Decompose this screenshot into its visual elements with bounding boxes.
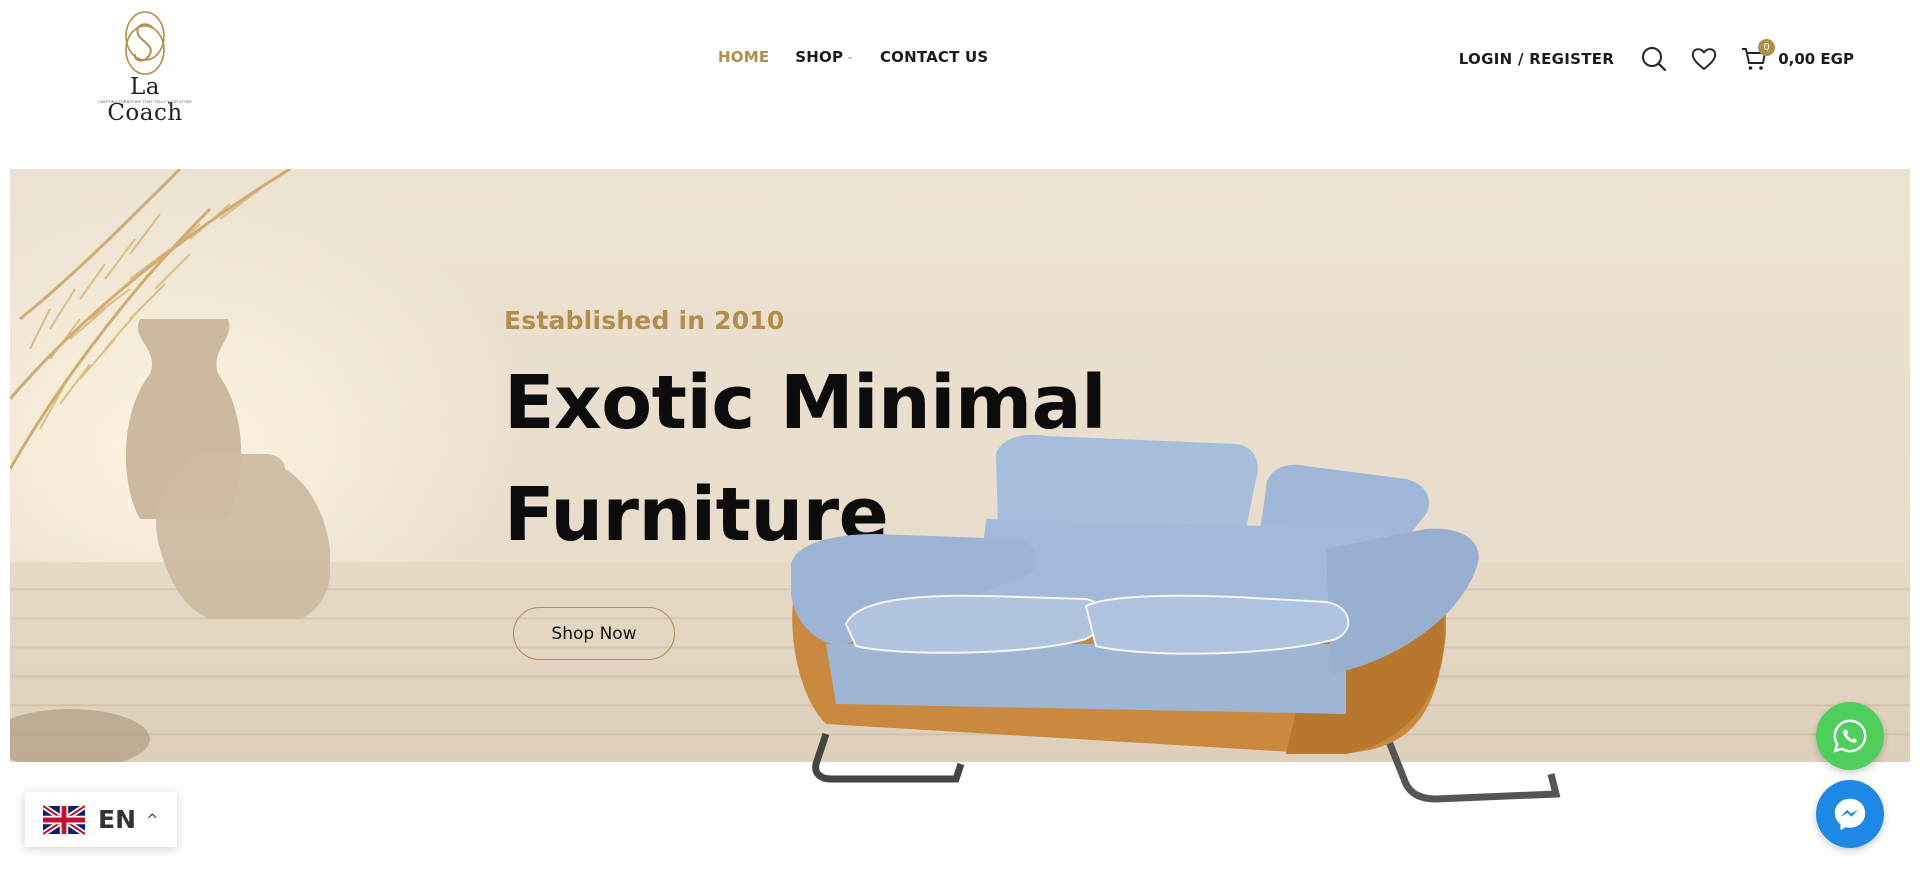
whatsapp-button[interactable] <box>1816 702 1884 770</box>
search-icon[interactable] <box>1640 45 1668 73</box>
whatsapp-icon <box>1833 719 1867 753</box>
messenger-icon <box>1834 798 1866 831</box>
cart-count-badge: 0 <box>1758 39 1776 56</box>
sofa-image <box>791 434 1561 803</box>
language-switcher[interactable]: EN ^ <box>25 792 177 847</box>
messenger-button[interactable] <box>1816 780 1884 848</box>
site-logo[interactable]: La Coach CRAFTING FURNITURE THAT TELLS Y… <box>90 8 200 126</box>
cart-total[interactable]: 0,00 EGP <box>1778 50 1854 68</box>
hero-tagline: Established in 2010 <box>504 306 785 335</box>
logo-mark-icon <box>125 11 165 75</box>
language-label: EN <box>98 805 137 834</box>
cart-icon[interactable]: 0 <box>1740 39 1776 73</box>
plant-vases-illustration <box>10 169 330 762</box>
shop-now-button[interactable]: Shop Now <box>513 607 675 660</box>
site-header: La Coach CRAFTING FURNITURE THAT TELLS Y… <box>0 0 1920 168</box>
uk-flag-icon <box>43 804 85 835</box>
chevron-down-icon: ⌄ <box>846 52 854 62</box>
nav-item-shop[interactable]: SHOP ⌄ <box>795 48 854 66</box>
main-nav: HOME SHOP ⌄ CONTACT US <box>718 48 988 66</box>
logo-tagline: CRAFTING FURNITURE THAT TELLS YOUR STORY <box>97 100 193 104</box>
nav-item-contact-us[interactable]: CONTACT US <box>880 48 988 66</box>
login-register-link[interactable]: LOGIN / REGISTER <box>1459 50 1614 68</box>
nav-item-home[interactable]: HOME <box>718 48 769 66</box>
heart-icon[interactable] <box>1690 45 1718 73</box>
header-actions: LOGIN / REGISTER 0 0,00 EGP <box>1459 39 1854 78</box>
chevron-up-icon: ^ <box>146 810 159 829</box>
